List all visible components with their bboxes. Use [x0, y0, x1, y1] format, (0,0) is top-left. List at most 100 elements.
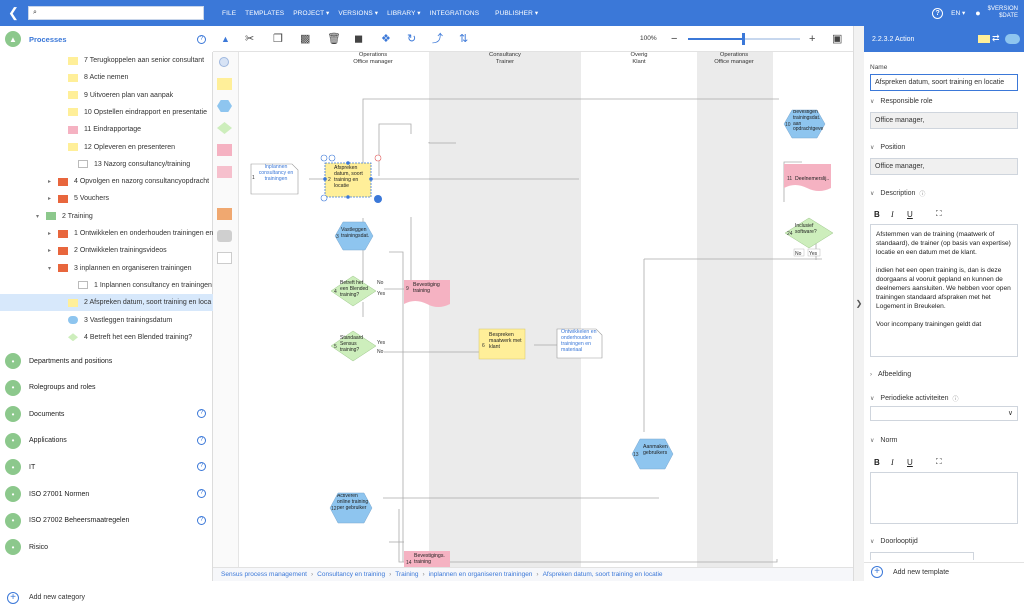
afbeelding-section[interactable]: › Afbeelding	[870, 371, 911, 378]
tree-item[interactable]: 12 Opleveren en presenteren	[0, 139, 213, 156]
zoom-in-icon[interactable]: +	[809, 33, 815, 45]
menu-project[interactable]: PROJECT ▾	[293, 9, 329, 17]
help-icon[interactable]: ?	[197, 435, 206, 445]
doorlooptijd-field[interactable]	[870, 552, 974, 560]
shape-vastleggen[interactable]: 3 Vastleggen trainingsdat.	[334, 221, 374, 251]
edit-handle-icon[interactable]	[328, 154, 336, 162]
tree-item[interactable]: ▾ 2 Training	[0, 208, 213, 225]
underline-button[interactable]: U	[907, 210, 913, 219]
palette-decision-shape[interactable]	[217, 122, 232, 134]
palette-subprocess-shape[interactable]	[217, 208, 232, 220]
toggle-icon[interactable]	[1005, 34, 1020, 44]
palette-document2-shape[interactable]	[217, 166, 232, 178]
norm-section[interactable]: ∨ Norm	[870, 437, 898, 444]
link-handle-icon[interactable]	[320, 194, 328, 202]
expand-down-icon[interactable]: ▾	[36, 213, 44, 220]
tree-item[interactable]: ▸ 2 Ontwikkelen trainingsvideos	[0, 242, 213, 259]
tree-item[interactable]: ▸ 4 Opvolgen en nazorg consultancyopdrach…	[0, 173, 213, 190]
menu-file[interactable]: FILE	[222, 10, 236, 17]
fullscreen-icon[interactable]: ⛶	[936, 457, 942, 467]
breadcrumb-link[interactable]: Sensus process management	[221, 571, 307, 578]
periodieke-select[interactable]: ∨	[870, 406, 1018, 421]
category-item[interactable]: • Departments and positions	[0, 348, 213, 374]
tree-item[interactable]: ▸ 1 Ontwikkelen en onderhouden trainingen…	[0, 225, 213, 242]
position-section[interactable]: ∨ Position	[870, 144, 905, 151]
close-handle-icon[interactable]	[374, 154, 382, 162]
delete-icon[interactable]: 🗑	[327, 33, 341, 45]
paste-icon[interactable]: ▩	[300, 33, 310, 45]
tree-item[interactable]: 13 Nazorg consultancy/training	[0, 156, 213, 173]
move-handle-icon[interactable]	[374, 195, 382, 203]
tree-item[interactable]: 2 Afspreken datum, soort training en loc…	[0, 294, 213, 312]
collapse-up-icon[interactable]: ▲	[221, 33, 230, 45]
menu-versions[interactable]: VERSIONS ▾	[338, 9, 378, 17]
shape-activeren[interactable]: 12 Activeren online training per gebruik…	[329, 492, 373, 524]
palette-database-shape[interactable]	[217, 230, 232, 242]
tree-item[interactable]: 7 Terugkoppelen aan senior consultant	[0, 52, 213, 69]
tree-item[interactable]: 4 Betreft het een Blended training?	[0, 329, 213, 346]
tree-item[interactable]: 1 Inplannen consultancy en trainingen	[0, 277, 213, 294]
route-icon[interactable]: ⤴	[432, 33, 443, 45]
description-section[interactable]: ∨ Description ⓘ	[870, 189, 925, 198]
fullscreen-icon[interactable]: ⛶	[936, 209, 942, 219]
cut-icon[interactable]: ✂	[245, 33, 254, 45]
responsible-role-section[interactable]: ∨ Responsible role	[870, 98, 933, 105]
tree-item[interactable]: ▾ 3 inplannen en organiseren trainingen	[0, 260, 213, 277]
diagram-canvas[interactable]: Operations Office manager Consultancy Tr…	[239, 52, 853, 567]
shape-aanmaken[interactable]: 13 Aanmaken gebruikers	[631, 438, 674, 470]
category-item[interactable]: • Documents?	[0, 401, 213, 427]
export-image-icon[interactable]: ▣	[832, 33, 842, 45]
expand-right-icon[interactable]: ▸	[48, 195, 56, 202]
tree-item[interactable]: 3 Vastleggen trainingsdatum	[0, 312, 213, 329]
camera-icon[interactable]: ◼	[354, 33, 363, 45]
help-icon[interactable]: ⓘ	[919, 189, 925, 198]
shape-bevestigings-training[interactable]: 14 Bevestigings. training	[404, 551, 450, 567]
chevron-right-icon[interactable]: ❯	[856, 299, 863, 308]
name-input[interactable]: Afspreken datum, soort training en locat…	[870, 74, 1018, 91]
tree-item[interactable]: ▸ 5 Vouchers	[0, 190, 213, 207]
breadcrumb-link[interactable]: Training	[395, 571, 418, 578]
position-field[interactable]: Office manager,	[870, 158, 1018, 175]
breadcrumb-link[interactable]: inplannen en organiseren trainingen	[429, 571, 533, 578]
responsible-role-field[interactable]: Office manager,	[870, 112, 1018, 129]
tree-item[interactable]: 10 Opstellen eindrapport en presentatie	[0, 104, 213, 121]
tree-item[interactable]: 11 Eindrapportage	[0, 121, 213, 138]
italic-button[interactable]: I	[891, 458, 894, 467]
category-item[interactable]: • Applications?	[0, 428, 213, 454]
menu-integrations[interactable]: INTEGRATIONS	[430, 10, 479, 17]
panel-splitter[interactable]: ❯	[853, 26, 864, 581]
copy-icon[interactable]: ❐	[273, 33, 283, 45]
bold-button[interactable]: B	[874, 210, 880, 219]
bold-button[interactable]: B	[874, 458, 880, 467]
category-item[interactable]: • ISO 27002 Beheersmaatregelen?	[0, 508, 213, 534]
category-item[interactable]: • ISO 27001 Normen?	[0, 481, 213, 507]
help-icon[interactable]: ?	[197, 515, 206, 525]
norm-editor[interactable]	[870, 472, 1018, 524]
tree-item[interactable]: 8 Actie nemen	[0, 69, 213, 86]
user-icon[interactable]: ●	[975, 8, 980, 18]
help-icon[interactable]: ?	[197, 409, 206, 419]
shape-ontwikkelen[interactable]: Ontwikkelen en onderhouden trainingen en…	[556, 328, 603, 359]
menu-templates[interactable]: TEMPLATES	[245, 10, 284, 17]
help-icon[interactable]: ?	[197, 35, 206, 44]
category-item[interactable]: • IT?	[0, 454, 213, 480]
shape-bevestigen[interactable]: 10 Bevestigen trainingsdat. aan opdracht…	[783, 109, 826, 139]
expand-right-icon[interactable]: ▸	[48, 247, 56, 254]
network-icon[interactable]: ❖	[381, 33, 391, 45]
palette-document-shape[interactable]	[217, 144, 232, 156]
info-handle-icon[interactable]	[320, 154, 328, 162]
search-input[interactable]: ⌕	[28, 6, 204, 20]
help-icon[interactable]: ?	[932, 7, 944, 19]
help-icon[interactable]: ?	[197, 489, 206, 498]
palette-note-shape[interactable]	[217, 252, 232, 264]
menu-library[interactable]: LIBRARY ▾	[387, 9, 421, 17]
expand-right-icon[interactable]: ▸	[48, 178, 56, 185]
sort-icon[interactable]: ⇅	[459, 33, 468, 45]
underline-button[interactable]: U	[907, 458, 913, 467]
doorlooptijd-section[interactable]: ∨ Doorlooptijd	[870, 538, 918, 545]
breadcrumb-link[interactable]: Consultancy en training	[317, 571, 385, 578]
category-item[interactable]: • Risico	[0, 534, 213, 560]
shape-bespreken[interactable]: 6 Bespreken maatwerk met klant	[478, 328, 526, 360]
tree-item[interactable]: 9 Uitvoeren plan van aanpak	[0, 87, 213, 104]
expand-right-icon[interactable]: ▸	[48, 230, 56, 237]
